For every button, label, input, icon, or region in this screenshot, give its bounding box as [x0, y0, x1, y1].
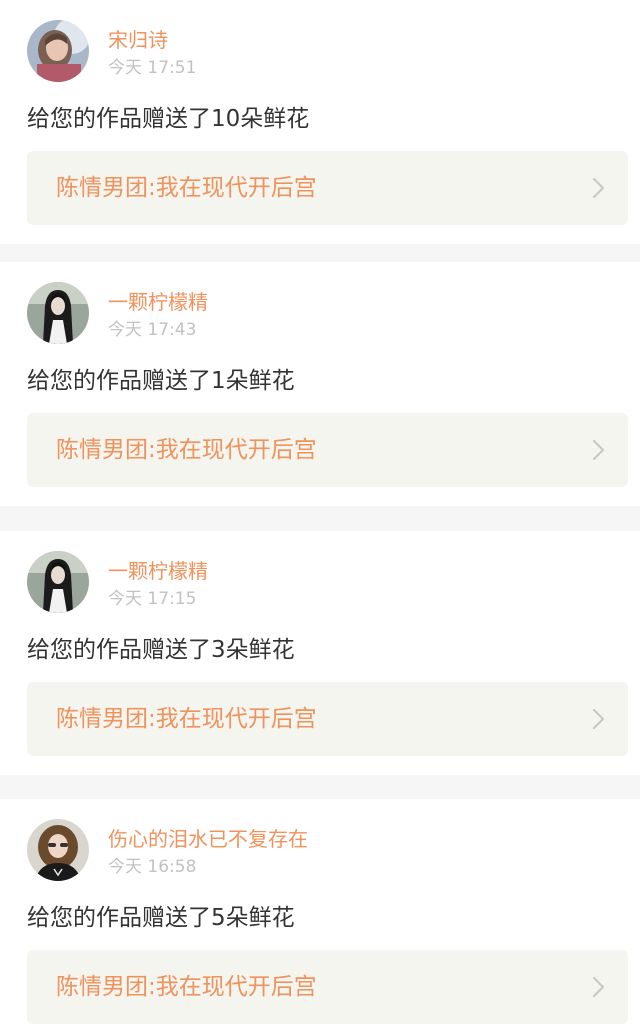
long-black-hair-avatar-icon	[27, 282, 89, 344]
avatar[interactable]	[27, 551, 89, 613]
notification-card: 一颗柠檬精 今天 17:43 给您的作品赠送了1朵鲜花 陈情男团:我在现代开后宫	[0, 262, 640, 506]
chevron-right-icon	[592, 177, 605, 199]
avatar[interactable]	[27, 282, 89, 344]
long-black-hair-avatar-icon	[27, 551, 89, 613]
work-link-button[interactable]: 陈情男团:我在现代开后宫	[27, 413, 628, 487]
chevron-right-icon	[592, 976, 605, 998]
gift-notification-list: 宋归诗 今天 17:51 给您的作品赠送了10朵鲜花 陈情男团:我在现代开后宫 …	[0, 0, 640, 1030]
username[interactable]: 一颗柠檬精	[108, 559, 208, 583]
work-link-button[interactable]: 陈情男团:我在现代开后宫	[27, 151, 628, 225]
work-title: 陈情男团:我在现代开后宫	[56, 974, 317, 1000]
work-title: 陈情男团:我在现代开后宫	[56, 706, 317, 732]
gift-message: 给您的作品赠送了10朵鲜花	[27, 106, 310, 132]
work-title: 陈情男团:我在现代开后宫	[56, 175, 317, 201]
username[interactable]: 一颗柠檬精	[108, 290, 208, 314]
work-link-button[interactable]: 陈情男团:我在现代开后宫	[27, 682, 628, 756]
gift-message: 给您的作品赠送了3朵鲜花	[27, 637, 295, 663]
chevron-right-icon	[592, 708, 605, 730]
curly-hair-girl-avatar-icon	[27, 819, 89, 881]
work-link-button[interactable]: 陈情男团:我在现代开后宫	[27, 950, 628, 1024]
timestamp: 今天 17:51	[108, 58, 197, 78]
avatar[interactable]	[27, 20, 89, 82]
girl-blurred-avatar-icon	[27, 20, 89, 82]
timestamp: 今天 16:58	[108, 857, 197, 877]
timestamp: 今天 17:15	[108, 589, 197, 609]
username[interactable]: 伤心的泪水已不复存在	[108, 827, 308, 851]
notification-card: 宋归诗 今天 17:51 给您的作品赠送了10朵鲜花 陈情男团:我在现代开后宫	[0, 0, 640, 244]
avatar[interactable]	[27, 819, 89, 881]
notification-card: 伤心的泪水已不复存在 今天 16:58 给您的作品赠送了5朵鲜花 陈情男团:我在…	[0, 799, 640, 1030]
timestamp: 今天 17:43	[108, 320, 197, 340]
username[interactable]: 宋归诗	[108, 28, 168, 52]
notification-card: 一颗柠檬精 今天 17:15 给您的作品赠送了3朵鲜花 陈情男团:我在现代开后宫	[0, 531, 640, 775]
chevron-right-icon	[592, 439, 605, 461]
gift-message: 给您的作品赠送了5朵鲜花	[27, 905, 295, 931]
work-title: 陈情男团:我在现代开后宫	[56, 437, 317, 463]
gift-message: 给您的作品赠送了1朵鲜花	[27, 368, 295, 394]
